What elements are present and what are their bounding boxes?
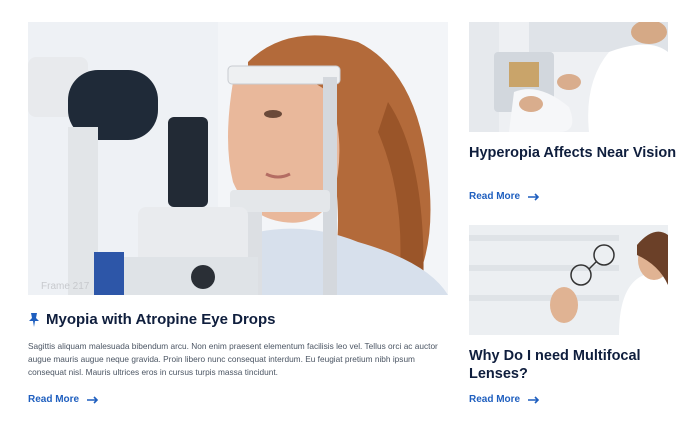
side-article-2-title[interactable]: Why Do I need Multifocal Lenses? [469,347,679,383]
side-article-2-image[interactable] [469,225,668,335]
side-article-1-title[interactable]: Hyperopia Affects Near Vision [469,144,679,162]
arrow-right-icon [87,395,99,404]
main-article-title-text: Myopia with Atropine Eye Drops [46,311,276,328]
main-article-title[interactable]: Myopia with Atropine Eye Drops [28,311,275,328]
side-2-read-more-link[interactable]: Read More [469,394,540,405]
read-more-label: Read More [28,394,80,405]
arrow-right-icon [528,395,540,404]
main-article-image[interactable] [28,22,448,295]
read-more-label: Read More [469,394,521,405]
side-1-read-more-link[interactable]: Read More [469,191,540,202]
eye-exam-illustration [28,22,448,295]
pin-icon [29,312,39,327]
glasses-holder-illustration [469,225,668,335]
main-read-more-link[interactable]: Read More [28,394,99,405]
arrow-right-icon [528,192,540,201]
optician-illustration [469,22,668,132]
read-more-label: Read More [469,191,521,202]
main-article-body: Sagittis aliquam malesuada bibendum arcu… [28,341,438,377]
side-article-1-image[interactable] [469,22,668,132]
frame-label: Frame 217 [41,281,90,292]
